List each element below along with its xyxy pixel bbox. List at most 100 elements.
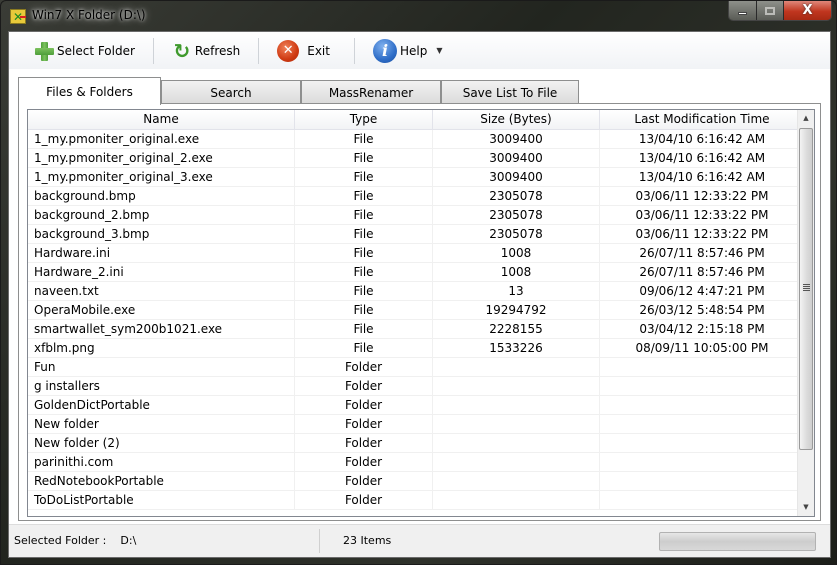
table-row[interactable]: xfblm.png File 1533226 08/09/11 10:05:00 PM — [28, 339, 806, 358]
tab-mass-renamer[interactable]: MassRenamer — [301, 80, 441, 104]
column-header-type[interactable]: Type — [295, 110, 433, 130]
cell-name: OperaMobile.exe — [28, 301, 295, 319]
cell-modified: 03/06/11 12:33:22 PM — [600, 187, 805, 205]
cell-type: Folder — [295, 415, 433, 433]
cell-size: 3009400 — [433, 149, 600, 167]
scroll-down-arrow-icon[interactable]: ▼ — [798, 499, 814, 516]
cell-name: RedNotebookPortable — [28, 472, 295, 490]
cell-name: GoldenDictPortable — [28, 396, 295, 414]
cell-size — [433, 377, 600, 395]
cell-type: Folder — [295, 491, 433, 509]
table-row[interactable]: New folder Folder — [28, 415, 806, 434]
table-row[interactable]: OperaMobile.exe File 19294792 26/03/12 5:48… — [28, 301, 806, 320]
minimize-icon — [738, 12, 747, 15]
table-row[interactable]: Hardware.ini File 1008 26/07/11 8:57:46 PM — [28, 244, 806, 263]
exit-button[interactable]: ✕ Exit — [277, 36, 330, 66]
close-button[interactable]: X — [784, 1, 831, 20]
cell-name: g installers — [28, 377, 295, 395]
status-bar: Selected Folder : D:\ 23 Items — [9, 524, 830, 557]
table-row[interactable]: parinithi.com Folder — [28, 453, 806, 472]
cell-size: 2305078 — [433, 187, 600, 205]
cell-modified: 26/03/12 5:48:54 PM — [600, 301, 805, 319]
cell-size — [433, 415, 600, 433]
cell-type: Folder — [295, 434, 433, 452]
cell-modified: 08/09/11 10:05:00 PM — [600, 339, 805, 357]
title-bar[interactable]: ✕ Win7 X Folder (D:\) X — [1, 1, 837, 31]
table-row[interactable]: background_2.bmp File 2305078 03/06/11 12:3… — [28, 206, 806, 225]
refresh-button[interactable]: ↻ Refresh — [172, 36, 241, 66]
table-row[interactable]: GoldenDictPortable Folder — [28, 396, 806, 415]
column-header-name[interactable]: Name — [28, 110, 295, 130]
grid-header: Name Type Size (Bytes) Last Modification… — [28, 110, 806, 130]
table-row[interactable]: 1_my.pmoniter_original_3.exe File 3009400 1… — [28, 168, 806, 187]
cell-size — [433, 358, 600, 376]
cell-type: File — [295, 282, 433, 300]
cell-size: 2305078 — [433, 206, 600, 224]
cell-type: File — [295, 244, 433, 262]
caption-buttons: X — [728, 1, 832, 21]
table-row[interactable]: RedNotebookPortable Folder — [28, 472, 806, 491]
cell-name: Fun — [28, 358, 295, 376]
grid-rows: 1_my.pmoniter_original.exe File 3009400 13/… — [28, 130, 806, 510]
vertical-scrollbar[interactable]: ▲ ▼ — [797, 110, 814, 516]
app-x-icon[interactable]: ✕ — [10, 9, 26, 24]
cell-modified — [600, 415, 805, 433]
cell-modified — [600, 491, 805, 509]
cell-modified: 03/06/11 12:33:22 PM — [600, 206, 805, 224]
progress-bar — [659, 532, 816, 551]
column-header-modified[interactable]: Last Modification Time — [600, 110, 805, 130]
cell-name: Hardware_2.ini — [28, 263, 295, 281]
table-row[interactable]: background_3.bmp File 2305078 03/06/11 12:3… — [28, 225, 806, 244]
table-row[interactable]: g installers Folder — [28, 377, 806, 396]
info-icon: i — [372, 38, 397, 63]
table-row[interactable]: background.bmp File 2305078 03/06/11 12:33:… — [28, 187, 806, 206]
help-button[interactable]: i Help ▼ — [372, 36, 443, 66]
tab-files-and-folders[interactable]: Files & Folders — [18, 77, 161, 105]
table-row[interactable]: New folder (2) Folder — [28, 434, 806, 453]
cell-size: 3009400 — [433, 130, 600, 148]
cell-type: Folder — [295, 396, 433, 414]
tab-save-list-to-file[interactable]: Save List To File — [441, 80, 579, 104]
cell-type: File — [295, 149, 433, 167]
status-separator — [319, 529, 320, 553]
table-row[interactable]: ToDoListPortable Folder — [28, 491, 806, 510]
minimize-button[interactable] — [729, 1, 757, 20]
table-row[interactable]: smartwallet_sym200b1021.exe File 2228155 03… — [28, 320, 806, 339]
selected-folder-value: D:\ — [120, 534, 137, 547]
table-row[interactable]: 1_my.pmoniter_original_2.exe File 3009400 1… — [28, 149, 806, 168]
refresh-label: Refresh — [194, 43, 241, 58]
close-icon: X — [802, 3, 813, 18]
cell-name: Hardware.ini — [28, 244, 295, 262]
cell-name: background_3.bmp — [28, 225, 295, 243]
cell-type: File — [295, 206, 433, 224]
select-folder-label: Select Folder — [57, 43, 135, 58]
cell-modified: 13/04/10 6:16:42 AM — [600, 130, 805, 148]
cell-type: Folder — [295, 472, 433, 490]
cell-type: File — [295, 263, 433, 281]
table-row[interactable]: naveen.txt File 13 09/06/12 4:47:21 PM — [28, 282, 806, 301]
cell-type: File — [295, 320, 433, 338]
column-header-size[interactable]: Size (Bytes) — [433, 110, 600, 130]
cell-type: File — [295, 225, 433, 243]
table-row[interactable]: 1_my.pmoniter_original.exe File 3009400 13/… — [28, 130, 806, 149]
table-row[interactable]: Fun Folder — [28, 358, 806, 377]
chevron-down-icon[interactable]: ▼ — [436, 46, 442, 55]
maximize-button[interactable] — [757, 1, 784, 20]
cell-size — [433, 453, 600, 471]
cell-modified: 13/04/10 6:16:42 AM — [600, 168, 805, 186]
cell-type: Folder — [295, 377, 433, 395]
scrollbar-thumb[interactable] — [799, 128, 813, 450]
cell-modified — [600, 472, 805, 490]
cell-modified — [600, 358, 805, 376]
grip-icon — [803, 284, 810, 292]
item-count: 23 Items — [343, 534, 392, 547]
scroll-up-arrow-icon[interactable]: ▲ — [798, 110, 814, 127]
file-list-grid: Name Type Size (Bytes) Last Modification… — [27, 109, 815, 517]
tab-strip: Files & Folders Search MassRenamer Save … — [18, 77, 818, 105]
table-row[interactable]: Hardware_2.ini File 1008 26/07/11 8:57:46 P… — [28, 263, 806, 282]
tab-search[interactable]: Search — [161, 80, 301, 104]
select-folder-button[interactable]: Select Folder — [34, 36, 135, 66]
cell-name: parinithi.com — [28, 453, 295, 471]
cell-type: File — [295, 187, 433, 205]
cell-modified — [600, 377, 805, 395]
